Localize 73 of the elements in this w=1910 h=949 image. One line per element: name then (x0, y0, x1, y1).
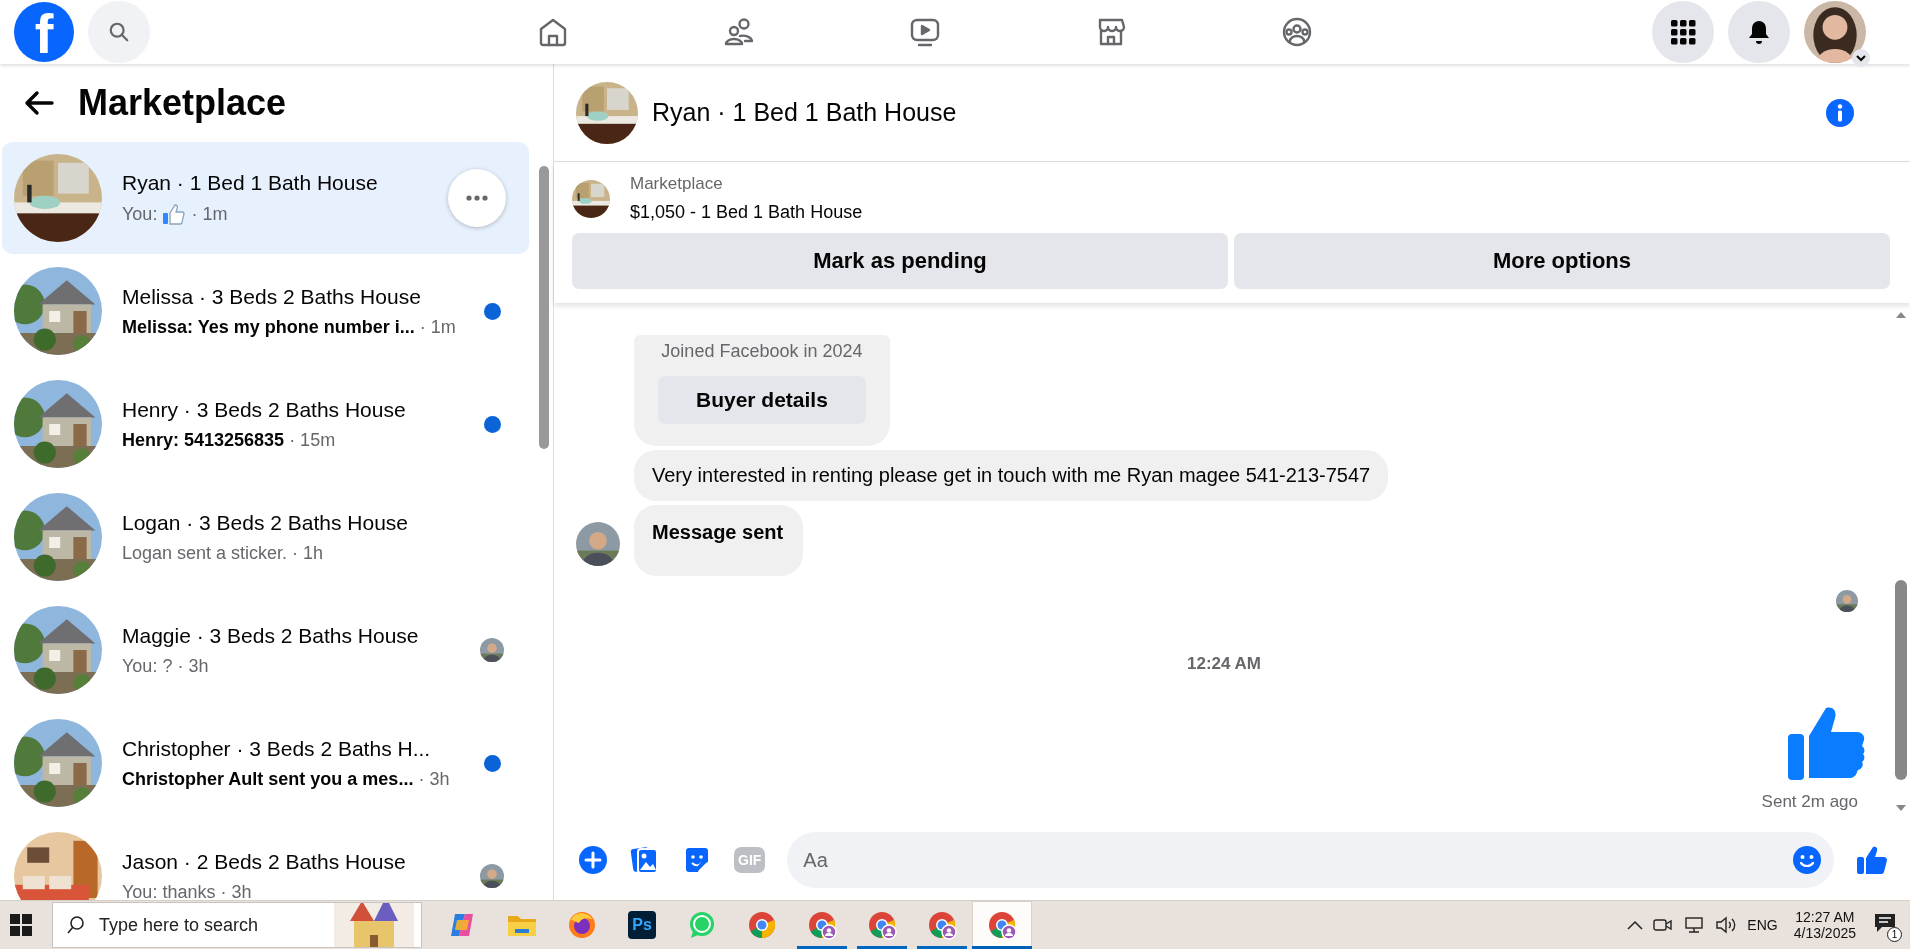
facebook-logo[interactable]: f (14, 2, 74, 62)
chrome-icon (927, 910, 957, 940)
chat-icon (687, 910, 717, 940)
notification-count: 1 (1887, 927, 1902, 942)
conversation-item[interactable]: Maggie · 3 Beds 2 Baths House You: ? · 3h (2, 594, 529, 706)
message-preview: You: thanks (122, 881, 216, 900)
chat-title: Ryan · 1 Bed 1 Bath House (652, 98, 958, 127)
timestamp: 12:24 AM (1186, 654, 1262, 674)
chevron-down-icon[interactable] (1852, 49, 1870, 67)
message-preview: You: (122, 203, 158, 225)
windows-start-icon[interactable] (10, 914, 32, 936)
message-time: · 1m (191, 203, 228, 225)
message-time: · 15m (289, 429, 336, 451)
conversation-title: Henry · 3 Beds 2 Baths House (122, 397, 407, 422)
conversation-title: Maggie · 3 Beds 2 Baths House (122, 623, 420, 648)
message-preview: Christopher Ault sent you a mes... (122, 768, 414, 790)
buyer-info: Joined Facebook in 2024 (661, 341, 863, 362)
sent-status: Sent 2m ago (1761, 792, 1859, 812)
language-indicator[interactable]: ENG (1747, 917, 1778, 933)
listing-title: $1,050 - 1 Bed 1 Bath House (630, 202, 863, 223)
photoshop-taskbar-button[interactable]: Ps (612, 901, 672, 949)
message-bubble: Message sent (634, 505, 804, 576)
message-time: · 3h (418, 768, 450, 790)
clock-date[interactable]: 4/13/2025 (1793, 925, 1856, 941)
scroll-up-icon[interactable] (1895, 311, 1907, 319)
bell-icon (1747, 19, 1771, 45)
chevron-up-icon[interactable] (1627, 920, 1644, 930)
message-preview: Henry: 5413256835 (122, 429, 285, 451)
thumbs-up-icon[interactable] (1856, 845, 1888, 875)
speaker-icon[interactable] (1715, 916, 1738, 934)
chrome-profile-taskbar-button[interactable] (972, 901, 1032, 949)
chrome-icon (987, 910, 1017, 940)
grid-icon (1670, 19, 1696, 45)
message-preview: Melissa: Yes my phone number i... (122, 316, 415, 338)
chrome-icon (807, 910, 837, 940)
conversation-item[interactable]: Melissa · 3 Beds 2 Baths House Melissa: Yes my phone number i... · 1m (2, 255, 529, 367)
chrome-icon (867, 910, 897, 940)
message-time: · 3h (220, 881, 252, 900)
listing-source: Marketplace (630, 174, 724, 194)
message-preview: Logan sent a sticker. (122, 542, 288, 564)
conversation-title: Melissa · 3 Beds 2 Baths House (122, 284, 422, 309)
search-icon (108, 21, 130, 43)
conversation-item[interactable]: Ryan · 1 Bed 1 Bath House You: · 1m (2, 142, 529, 254)
mark-pending-button[interactable]: Mark as pending (572, 233, 1228, 289)
message-time: · 1h (292, 542, 324, 564)
more-icon (466, 195, 488, 201)
search-icon (66, 915, 86, 935)
conversation-title: Ryan · 1 Bed 1 Bath House (122, 171, 379, 195)
conversation-item[interactable]: Christopher · 3 Beds 2 Baths H... Christopher Ault sent you a mes... · 3h (2, 707, 529, 819)
message-preview: You: ? (122, 655, 173, 677)
add-icon[interactable] (578, 845, 608, 875)
video-camera-icon[interactable] (1653, 916, 1674, 934)
scroll-down-icon[interactable] (1895, 804, 1907, 812)
info-icon[interactable] (1825, 97, 1855, 128)
conversation-item[interactable]: Logan · 3 Beds 2 Baths House Logan sent a sticker. · 1h (2, 481, 529, 593)
message-input[interactable]: Aa (787, 832, 1834, 888)
back-arrow-icon[interactable] (24, 90, 54, 116)
message-time: · 1m (419, 316, 456, 338)
page-title: Marketplace (78, 82, 287, 124)
conversation-title: Christopher · 3 Beds 2 Baths H... (122, 736, 432, 761)
more-options-button[interactable]: More options (1234, 233, 1890, 289)
conversation-title: Jason · 2 Beds 2 Baths House (122, 849, 407, 874)
message-time: · 3h (177, 655, 209, 677)
clock-time[interactable]: 12:27 AM (1795, 909, 1855, 925)
emoji-icon[interactable] (1792, 845, 1822, 875)
network-icon[interactable] (1683, 916, 1706, 934)
buyer-details-button[interactable]: Buyer details (658, 376, 866, 424)
groups-icon (1280, 15, 1314, 49)
browser-icon (567, 910, 597, 940)
conversation-item[interactable]: Henry · 3 Beds 2 Baths House Henry: 5413256835 · 15m (2, 368, 529, 480)
message-bubble: Very interested in renting please get in touch with me Ryan magee 541-213-7547 (634, 450, 1389, 501)
conversation-title: Logan · 3 Beds 2 Baths House (122, 510, 410, 535)
chrome-icon (747, 910, 777, 940)
